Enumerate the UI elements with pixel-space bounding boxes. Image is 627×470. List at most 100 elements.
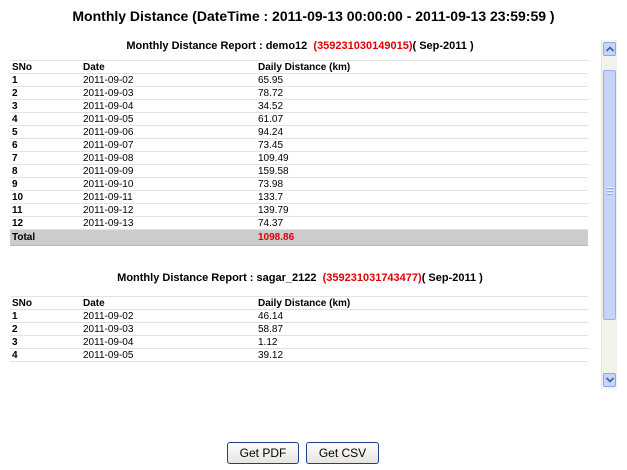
cell-distance: 65.95 — [256, 73, 588, 87]
report-heading-label: Monthly Distance Report : sagar_2122 — [117, 272, 317, 284]
column-header-sno: SNo — [10, 296, 81, 310]
scroll-up-button[interactable] — [603, 42, 616, 56]
chevron-up-icon — [606, 46, 614, 52]
column-header-sno: SNo — [10, 60, 81, 74]
cell-date: 2011-09-02 — [81, 309, 256, 323]
cell-date: 2011-09-07 — [81, 138, 256, 152]
cell-sno: 12 — [10, 216, 81, 230]
column-header-date: Date — [81, 296, 256, 310]
table-row: 4 2011-09-05 39.12 — [10, 348, 588, 362]
cell-date: 2011-09-03 — [81, 322, 256, 336]
table-row: 6 2011-09-07 73.45 — [10, 138, 588, 152]
cell-sno: 5 — [10, 125, 81, 139]
chevron-down-icon — [606, 377, 614, 383]
cell-distance: 74.37 — [256, 216, 588, 230]
grip-line — [607, 187, 613, 189]
table-row: 2 2011-09-03 78.72 — [10, 86, 588, 100]
cell-sno: 1 — [10, 309, 81, 323]
table-row: 1 2011-09-02 65.95 — [10, 73, 588, 87]
total-spacer — [81, 229, 256, 246]
vertical-scrollbar[interactable] — [601, 40, 617, 389]
report-imei: (359231030149015) — [313, 40, 413, 52]
cell-distance: 34.52 — [256, 99, 588, 113]
total-label: Total — [10, 229, 81, 246]
cell-sno: 4 — [10, 348, 81, 362]
cell-distance: 1.12 — [256, 335, 588, 349]
table-row: 7 2011-09-08 109.49 — [10, 151, 588, 165]
cell-date: 2011-09-06 — [81, 125, 256, 139]
cell-date: 2011-09-04 — [81, 99, 256, 113]
scroll-thumb[interactable] — [603, 70, 616, 320]
table-row: 3 2011-09-04 34.52 — [10, 99, 588, 113]
cell-date: 2011-09-05 — [81, 348, 256, 362]
cell-distance: 139.79 — [256, 203, 588, 217]
cell-distance: 94.24 — [256, 125, 588, 139]
cell-distance: 73.98 — [256, 177, 588, 191]
report-period: ( Sep-2011 ) — [412, 40, 474, 52]
report-heading-label: Monthly Distance Report : demo12 — [126, 40, 308, 52]
table-header-row: SNo Date Daily Distance (km) — [10, 60, 588, 74]
scroll-down-button[interactable] — [603, 373, 616, 387]
grip-line — [607, 193, 613, 195]
report-scroll-area[interactable]: Monthly Distance Report : demo12 (359231… — [0, 34, 614, 390]
table-row: 4 2011-09-05 61.07 — [10, 112, 588, 126]
distance-table: SNo Date Daily Distance (km) 1 2011-09-02… — [10, 60, 588, 246]
cell-date: 2011-09-10 — [81, 177, 256, 191]
cell-date: 2011-09-03 — [81, 86, 256, 100]
table-row: 12 2011-09-13 74.37 — [10, 216, 588, 230]
cell-sno: 10 — [10, 190, 81, 204]
table-header-row: SNo Date Daily Distance (km) — [10, 296, 588, 310]
column-header-distance: Daily Distance (km) — [256, 296, 588, 310]
cell-date: 2011-09-12 — [81, 203, 256, 217]
cell-distance: 46.14 — [256, 309, 588, 323]
cell-sno: 1 — [10, 73, 81, 87]
distance-table: SNo Date Daily Distance (km) 1 2011-09-02… — [10, 296, 588, 362]
cell-date: 2011-09-05 — [81, 112, 256, 126]
cell-date: 2011-09-02 — [81, 73, 256, 87]
column-header-distance: Daily Distance (km) — [256, 60, 588, 74]
table-body: 1 2011-09-02 46.14 2 2011-09-03 58.87 3 2011-09… — [10, 309, 588, 362]
cell-distance: 109.49 — [256, 151, 588, 165]
cell-distance: 159.58 — [256, 164, 588, 178]
report-period: ( Sep-2011 ) — [421, 272, 483, 284]
cell-date: 2011-09-04 — [81, 335, 256, 349]
cell-distance: 78.72 — [256, 86, 588, 100]
get-csv-button[interactable]: Get CSV — [306, 442, 379, 464]
table-body: 1 2011-09-02 65.95 2 2011-09-03 78.72 3 2011-09… — [10, 73, 588, 230]
table-row: 3 2011-09-04 1.12 — [10, 335, 588, 349]
get-pdf-button[interactable]: Get PDF — [227, 442, 299, 464]
total-row: Total 1098.86 — [10, 229, 588, 246]
cell-sno: 6 — [10, 138, 81, 152]
cell-distance: 39.12 — [256, 348, 588, 362]
cell-sno: 4 — [10, 112, 81, 126]
report-heading: Monthly Distance Report : demo12 (359231… — [0, 40, 600, 60]
cell-sno: 7 — [10, 151, 81, 165]
table-row: 11 2011-09-12 139.79 — [10, 203, 588, 217]
cell-sno: 3 — [10, 99, 81, 113]
table-row: 1 2011-09-02 46.14 — [10, 309, 588, 323]
grip-line — [607, 190, 613, 192]
cell-sno: 3 — [10, 335, 81, 349]
cell-distance: 58.87 — [256, 322, 588, 336]
table-row: 5 2011-09-06 94.24 — [10, 125, 588, 139]
column-header-date: Date — [81, 60, 256, 74]
cell-sno: 2 — [10, 322, 81, 336]
cell-date: 2011-09-11 — [81, 190, 256, 204]
total-value: 1098.86 — [256, 229, 588, 246]
report-content: Monthly Distance Report : demo12 (359231… — [0, 34, 600, 362]
cell-sno: 11 — [10, 203, 81, 217]
table-row: 10 2011-09-11 133.7 — [10, 190, 588, 204]
cell-sno: 8 — [10, 164, 81, 178]
report-heading: Monthly Distance Report : sagar_2122 (35… — [0, 272, 600, 296]
cell-date: 2011-09-09 — [81, 164, 256, 178]
table-row: 9 2011-09-10 73.98 — [10, 177, 588, 191]
cell-date: 2011-09-13 — [81, 216, 256, 230]
cell-distance: 73.45 — [256, 138, 588, 152]
report-imei: (359231031743477) — [322, 272, 422, 284]
cell-date: 2011-09-08 — [81, 151, 256, 165]
table-row: 2 2011-09-03 58.87 — [10, 322, 588, 336]
cell-sno: 2 — [10, 86, 81, 100]
cell-sno: 9 — [10, 177, 81, 191]
cell-distance: 133.7 — [256, 190, 588, 204]
cell-distance: 61.07 — [256, 112, 588, 126]
